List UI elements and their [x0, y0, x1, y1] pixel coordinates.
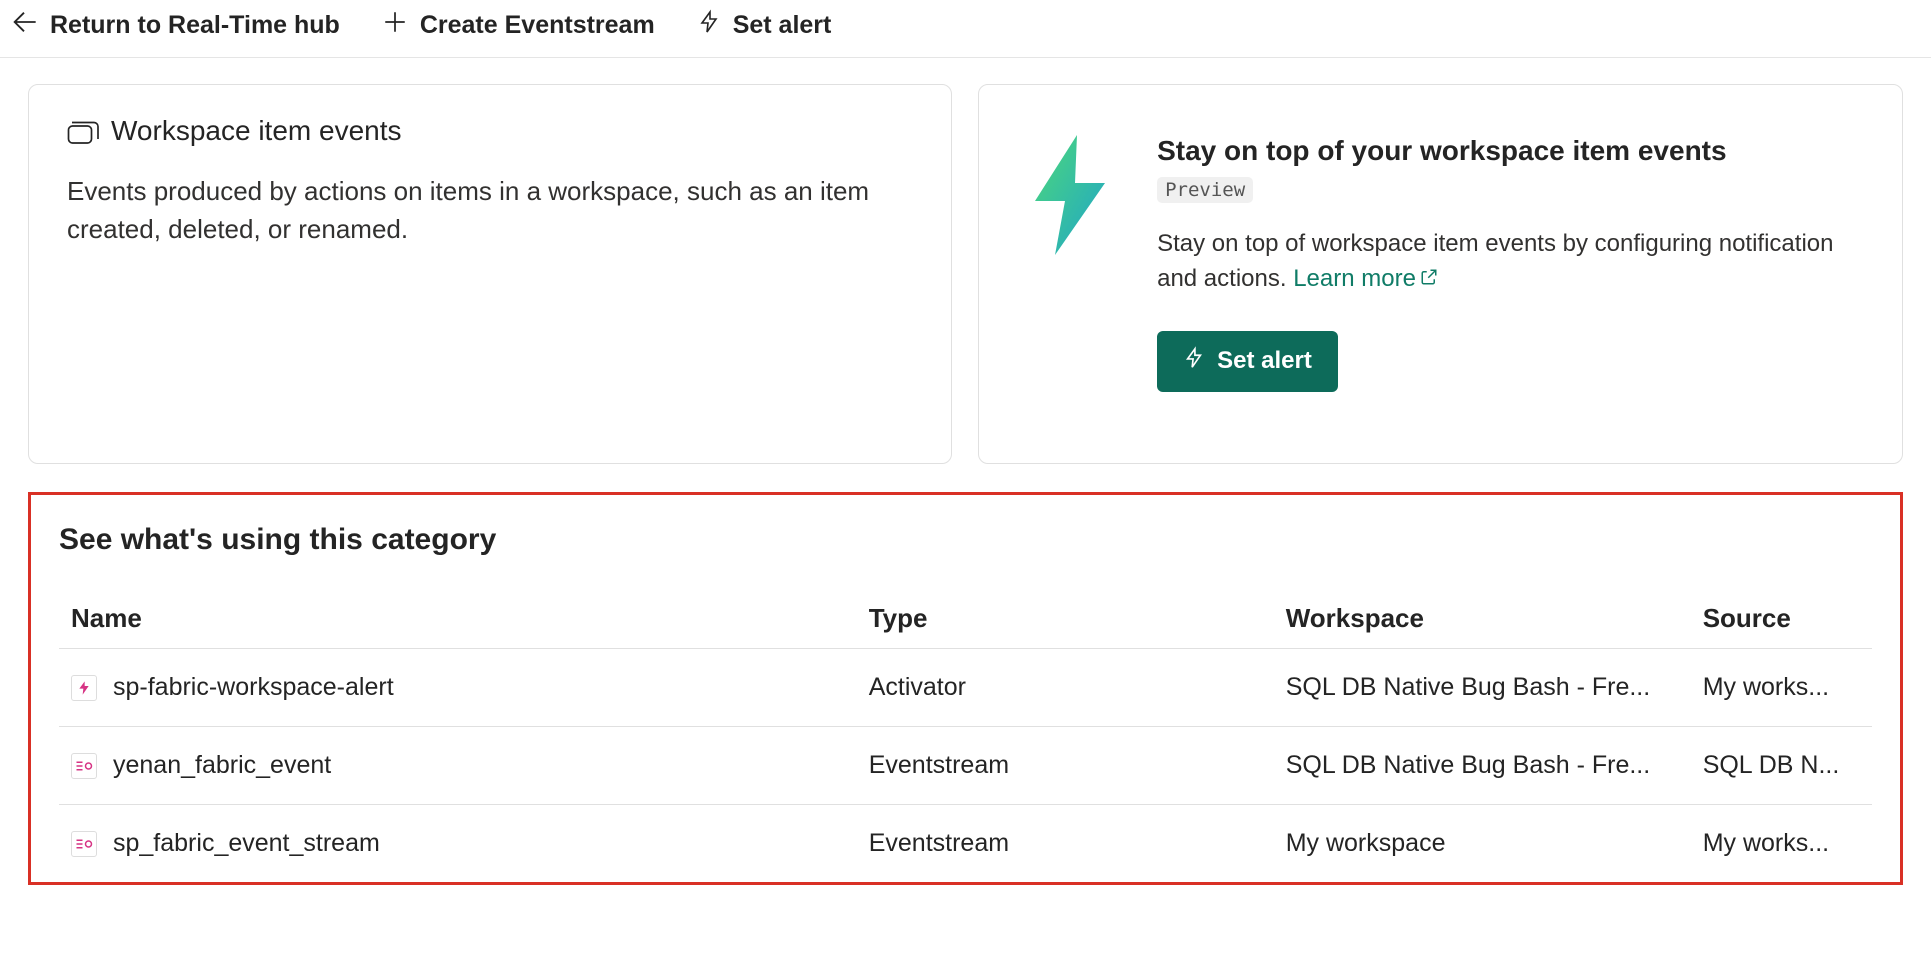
- desc-text: Stay on top of workspace item events by …: [1157, 230, 1833, 292]
- row-source: My works...: [1691, 805, 1872, 883]
- table-row[interactable]: yenan_fabric_event EventstreamSQL DB Nati…: [59, 727, 1872, 805]
- row-type: Eventstream: [857, 805, 1274, 883]
- main-content: Workspace item events Events produced by…: [0, 58, 1931, 911]
- stay-on-top-card: Stay on top of your workspace item event…: [978, 84, 1903, 464]
- row-name: sp-fabric-workspace-alert: [113, 673, 394, 702]
- table-header-row: Name Type Workspace Source: [59, 589, 1872, 649]
- card-header: Workspace item events: [67, 115, 913, 147]
- table-row[interactable]: sp_fabric_event_streamEventstreamMy work…: [59, 805, 1872, 883]
- card-title: Workspace item events: [111, 115, 402, 147]
- external-link-icon: [1420, 262, 1438, 297]
- section-title: See what's using this category: [59, 523, 1872, 557]
- activator-icon: [71, 675, 97, 701]
- workspace-stack-icon: [67, 118, 99, 145]
- table-row[interactable]: sp-fabric-workspace-alert ActivatorSQL DB…: [59, 649, 1872, 727]
- card-right-title: Stay on top of your workspace item event…: [1157, 135, 1856, 167]
- eventstream-icon: [71, 753, 97, 779]
- preview-badge: Preview: [1157, 177, 1253, 203]
- col-header-workspace[interactable]: Workspace: [1274, 589, 1691, 649]
- bolt-large-icon: [1025, 135, 1111, 260]
- lightning-icon: [1183, 345, 1205, 378]
- set-alert-label: Set alert: [733, 11, 832, 40]
- lightning-icon: [697, 8, 721, 43]
- row-type: Eventstream: [857, 727, 1274, 805]
- card-description: Events produced by actions on items in a…: [67, 173, 913, 248]
- col-header-type[interactable]: Type: [857, 589, 1274, 649]
- row-name: sp_fabric_event_stream: [113, 829, 380, 858]
- col-header-source[interactable]: Source: [1691, 589, 1872, 649]
- set-alert-button-label: Set alert: [1217, 347, 1312, 375]
- card-right-description: Stay on top of workspace item events by …: [1157, 227, 1856, 297]
- return-to-hub-button[interactable]: Return to Real-Time hub: [10, 8, 340, 43]
- learn-more-link[interactable]: Learn more: [1293, 265, 1438, 292]
- row-name: yenan_fabric_event: [113, 751, 331, 780]
- usage-table: Name Type Workspace Source sp-fabric-wor…: [59, 589, 1872, 882]
- category-usage-section: See what's using this category Name Type…: [28, 492, 1903, 885]
- row-type: Activator: [857, 649, 1274, 727]
- workspace-events-card: Workspace item events Events produced by…: [28, 84, 952, 464]
- table-body: sp-fabric-workspace-alertActivatorSQL DB…: [59, 649, 1872, 883]
- return-label: Return to Real-Time hub: [50, 11, 340, 40]
- create-label: Create Eventstream: [420, 11, 655, 40]
- create-eventstream-button[interactable]: Create Eventstream: [382, 9, 655, 42]
- cards-row: Workspace item events Events produced by…: [28, 84, 1903, 464]
- row-workspace: SQL DB Native Bug Bash - Fre...: [1274, 649, 1691, 727]
- row-source: SQL DB N...: [1691, 727, 1872, 805]
- plus-icon: [382, 9, 408, 42]
- set-alert-toolbar-button[interactable]: Set alert: [697, 8, 832, 43]
- col-header-name[interactable]: Name: [59, 589, 857, 649]
- back-arrow-icon: [10, 8, 38, 43]
- top-toolbar: Return to Real-Time hub Create Eventstre…: [0, 0, 1931, 58]
- set-alert-button[interactable]: Set alert: [1157, 331, 1338, 392]
- row-workspace: My workspace: [1274, 805, 1691, 883]
- card-right-content: Stay on top of your workspace item event…: [1157, 135, 1856, 392]
- eventstream-icon: [71, 831, 97, 857]
- row-workspace: SQL DB Native Bug Bash - Fre...: [1274, 727, 1691, 805]
- row-source: My works...: [1691, 649, 1872, 727]
